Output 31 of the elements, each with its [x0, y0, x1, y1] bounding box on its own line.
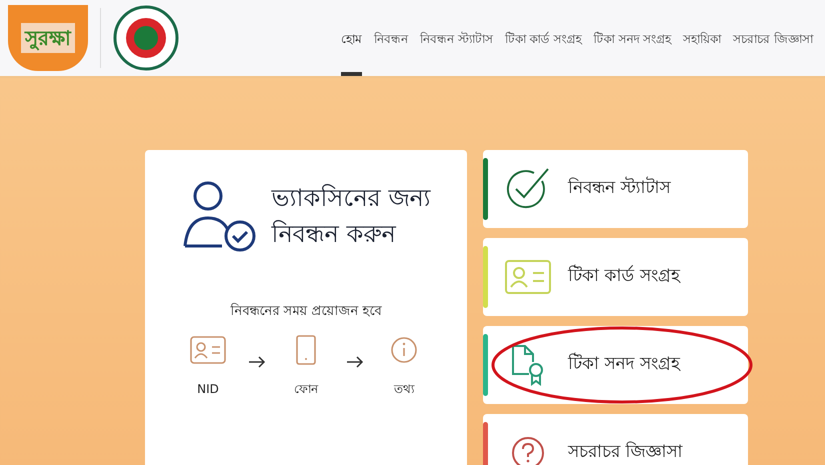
action-label: সচরাচর জিজ্ঞাসা: [568, 440, 682, 464]
action-label: টিকা কার্ড সংগ্রহ: [568, 264, 680, 288]
id-card-icon: [190, 336, 226, 364]
question-icon: [511, 436, 545, 465]
registration-title: নিবন্ধন করুন: [272, 219, 398, 250]
registration-card[interactable]: ভ্যাকসিনের জন্য নিবন্ধন করুন নিবন্ধনের সময় প্রয়োজন হবে NID ফোন তথ্য: [145, 150, 467, 465]
nav-link[interactable]: সহায়িকা: [683, 28, 722, 76]
certificate-icon: [511, 344, 545, 386]
action-label: টিকা সনদ সংগ্রহ: [568, 352, 680, 376]
arrow-icon: [346, 356, 364, 368]
action-card[interactable]: নিবন্ধন স্ট্যাটাস: [483, 150, 748, 228]
action-card[interactable]: টিকা কার্ড সংগ্রহ: [483, 238, 748, 316]
action-card[interactable]: সচরাচর জিজ্ঞাসা: [483, 414, 748, 465]
phone-icon: [296, 334, 316, 364]
requirement-label: তথ্য: [394, 380, 414, 398]
nav-link[interactable]: হোম: [341, 28, 362, 76]
nav-link[interactable]: নিবন্ধন: [374, 28, 408, 76]
emblem-icon: [113, 5, 179, 71]
requirement-label: ফোন: [294, 380, 318, 398]
arrow-icon: [248, 356, 266, 368]
id-card-icon: [505, 260, 551, 294]
nav-link[interactable]: টিকা সনদ সংগ্রহ: [594, 28, 672, 76]
requirement-label: NID: [197, 380, 219, 398]
logo-text: সুরক্ষা: [21, 23, 75, 53]
registration-title: ভ্যাকসিনের জন্য: [272, 183, 430, 214]
nav-link[interactable]: সচরাচর জিজ্ঞাসা: [733, 28, 813, 76]
action-label: নিবন্ধন স্ট্যাটাস: [568, 176, 670, 200]
nav-link[interactable]: নিবন্ধন স্ট্যাটাস: [420, 28, 493, 76]
info-icon: [390, 336, 418, 364]
requirements-heading: নিবন্ধনের সময় প্রয়োজন হবে: [230, 302, 382, 321]
nav-link[interactable]: টিকা কার্ড সংগ্রহ: [504, 28, 582, 76]
